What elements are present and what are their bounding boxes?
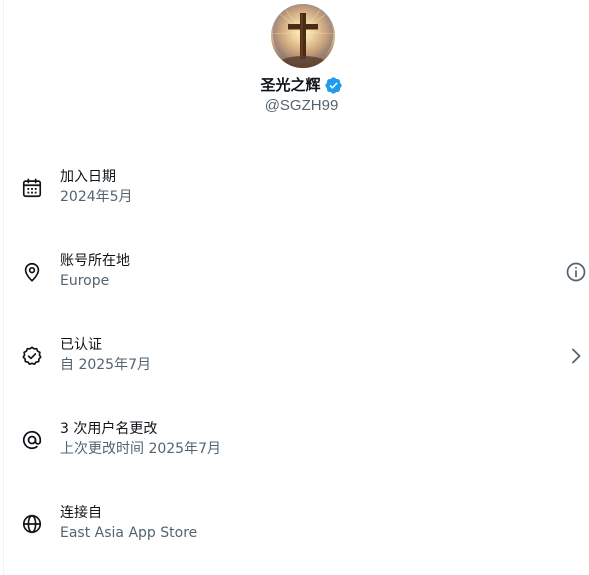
info-icon[interactable] [564,260,588,284]
row-username-changes: 3 次用户名更改 上次更改时间 2025年7月 [0,397,589,481]
row-subtitle: 自 2025年7月 [60,357,151,373]
row-title: 账号所在地 [60,253,130,269]
row-title: 加入日期 [60,169,116,185]
verified-badge-icon[interactable] [324,76,343,95]
profile-header: 圣光之辉 @SGZH99 [0,0,589,130]
globe-icon [21,513,43,535]
calendar-icon [21,177,43,199]
row-title: 连接自 [60,505,102,521]
handle: @SGZH99 [264,97,339,114]
display-name: 圣光之辉 [260,76,321,94]
location-pin-icon [21,261,43,283]
row-verified[interactable]: 已认证 自 2025年7月 [0,313,589,397]
row-account-location: 账号所在地 Europe [0,229,589,313]
cross-avatar-image [271,4,335,68]
verified-outline-icon [21,345,43,367]
at-icon [21,429,43,451]
row-subtitle: 2024年5月 [60,189,133,205]
chevron-right-icon[interactable] [564,344,588,368]
row-title: 已认证 [60,337,102,353]
row-title: 3 次用户名更改 [60,421,158,437]
account-location-text: 账号所在地 Europe [60,251,130,291]
connected-via-text: 连接自 East Asia App Store [60,503,197,543]
row-connected-via: 连接自 East Asia App Store [0,481,589,565]
verified-text: 已认证 自 2025年7月 [60,335,151,375]
username-changes-text: 3 次用户名更改 上次更改时间 2025年7月 [60,419,221,459]
join-date-text: 加入日期 2024年5月 [60,167,133,207]
avatar[interactable] [271,4,335,68]
row-subtitle: 上次更改时间 2025年7月 [60,441,221,457]
name-row: 圣光之辉 [0,75,589,95]
row-subtitle: East Asia App Store [60,525,198,541]
row-subtitle: Europe [60,273,110,289]
row-join-date: 加入日期 2024年5月 [0,145,589,229]
